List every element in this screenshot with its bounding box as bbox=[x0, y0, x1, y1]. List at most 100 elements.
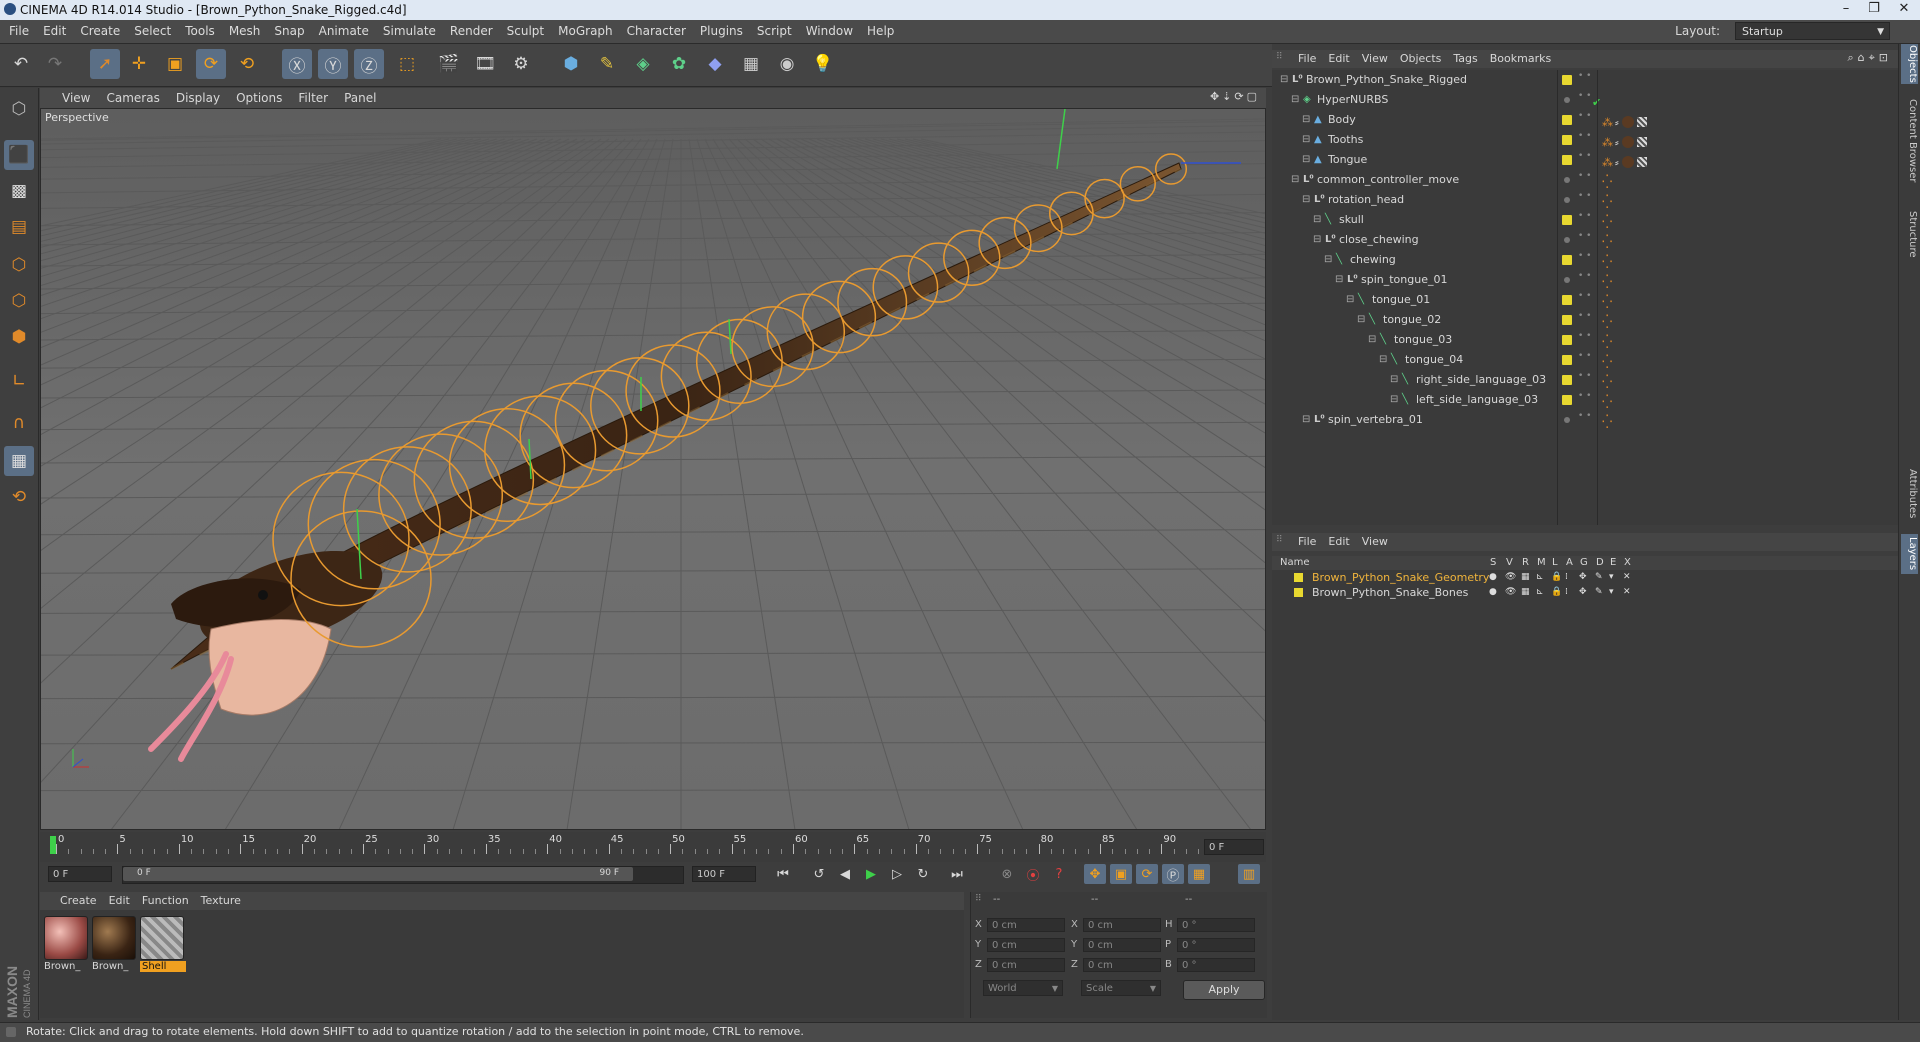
layer-column-header[interactable]: M bbox=[1537, 557, 1546, 568]
lm-menu-edit[interactable]: Edit bbox=[1322, 533, 1355, 551]
recent-tool-icon[interactable]: ⟲ bbox=[232, 49, 262, 79]
redo-icon[interactable]: ↷ bbox=[40, 49, 70, 79]
ik-tag-icon[interactable]: ⁛ bbox=[1602, 375, 1612, 390]
menu-plugins[interactable]: Plugins bbox=[693, 20, 750, 43]
z-axis-icon[interactable]: Ⓩ bbox=[354, 49, 384, 79]
expand-toggle-icon[interactable]: ⊟ bbox=[1313, 210, 1321, 230]
keyframe-selection-icon[interactable]: ? bbox=[1048, 864, 1070, 884]
layer-column-header[interactable]: L bbox=[1552, 557, 1558, 568]
object-row[interactable]: ⊟ L⁰ spin_tongue_01 • • ⁛ bbox=[1272, 270, 1898, 291]
menu-create[interactable]: Create bbox=[73, 20, 127, 43]
layer-color-swatch[interactable] bbox=[1562, 395, 1572, 405]
layer-expressions-icon[interactable]: ▾ bbox=[1609, 570, 1614, 585]
visibility-dots-icon[interactable]: • • bbox=[1578, 252, 1591, 261]
close-icon[interactable]: ✕ bbox=[1888, 0, 1920, 18]
layer-column-header[interactable]: E bbox=[1610, 557, 1616, 568]
object-row[interactable]: ⊟ ╲ chewing • • ⁛ bbox=[1272, 250, 1898, 271]
object-row[interactable]: ⊟ ▲ Tooths • • ⁂ ⸗ bbox=[1272, 130, 1898, 150]
menu-mesh[interactable]: Mesh bbox=[222, 20, 268, 43]
viewport-menu-view[interactable]: View bbox=[54, 88, 98, 108]
ik-tag-icon[interactable]: ⁛ bbox=[1602, 255, 1612, 270]
menu-sculpt[interactable]: Sculpt bbox=[500, 20, 551, 43]
next-key-icon[interactable]: ↻ bbox=[912, 864, 934, 884]
texture-tag-icon[interactable] bbox=[1636, 137, 1647, 147]
layer-generators-icon[interactable]: ✥ bbox=[1579, 585, 1587, 600]
ik-tag-icon[interactable]: ⁛ bbox=[1602, 355, 1612, 370]
ik-tag-icon[interactable]: ⁛ bbox=[1602, 335, 1612, 350]
visibility-dots-icon[interactable]: • • bbox=[1578, 212, 1591, 221]
layer-animation-icon[interactable]: ⁞ bbox=[1565, 570, 1568, 585]
expand-toggle-icon[interactable]: ⊟ bbox=[1302, 190, 1310, 210]
3d-viewport[interactable]: Perspective bbox=[40, 108, 1266, 830]
layer-solo-icon[interactable]: ● bbox=[1489, 570, 1497, 585]
visibility-dots-icon[interactable]: • • bbox=[1578, 92, 1591, 101]
frame-ruler[interactable]: 0 5 10 15 20 25 30 35 40 45 50 55 60 65 70 75 80 85 90 bbox=[50, 834, 1212, 858]
apply-button[interactable]: Apply bbox=[1183, 980, 1265, 1000]
expand-toggle-icon[interactable]: ⊟ bbox=[1313, 230, 1321, 250]
layer-generators-icon[interactable]: ✥ bbox=[1579, 570, 1587, 585]
uvw-tag-icon[interactable]: ⸗ bbox=[1615, 116, 1619, 129]
coord-value-field[interactable]: 0 ° bbox=[1177, 918, 1255, 932]
previous-frame-icon[interactable]: ◀ bbox=[834, 864, 856, 884]
visibility-dots-icon[interactable]: • • bbox=[1578, 232, 1591, 241]
object-tags[interactable]: ⁛ bbox=[1602, 413, 1612, 433]
lm-menu-file[interactable]: File bbox=[1292, 533, 1322, 551]
visibility-dots-icon[interactable]: • • bbox=[1578, 272, 1591, 281]
layer-view-icon[interactable]: 👁 bbox=[1505, 585, 1516, 600]
phong-tag-icon[interactable]: ⁂ bbox=[1602, 156, 1613, 169]
phong-tag-icon[interactable]: ⁂ bbox=[1602, 136, 1613, 149]
texture-tag-icon[interactable] bbox=[1636, 117, 1647, 127]
viewport-menu-cameras[interactable]: Cameras bbox=[98, 88, 167, 108]
rotate-icon[interactable]: ⟳ bbox=[196, 49, 226, 79]
object-row[interactable]: ⊟ ╲ right_side_language_03 • • ⁛ bbox=[1272, 370, 1898, 391]
coordinate-system-icon[interactable]: ⬚ bbox=[392, 49, 422, 79]
record-active-objects-icon[interactable]: ⊗ bbox=[996, 864, 1018, 884]
visibility-dots-icon[interactable]: • • bbox=[1578, 392, 1591, 401]
menu-snap[interactable]: Snap bbox=[267, 20, 311, 43]
layout-select[interactable]: Startup ▼ bbox=[1735, 22, 1890, 40]
right-tab-layers[interactable]: Layers bbox=[1901, 534, 1918, 574]
visibility-dots-icon[interactable]: • • bbox=[1578, 292, 1591, 301]
array-icon[interactable]: ✿ bbox=[664, 49, 694, 79]
menu-edit[interactable]: Edit bbox=[36, 20, 73, 43]
planar-workplane-icon[interactable]: ⟲ bbox=[4, 482, 34, 512]
menu-tools[interactable]: Tools bbox=[178, 20, 222, 43]
texture-tag-icon[interactable] bbox=[1636, 157, 1647, 167]
om-menu-bookmarks[interactable]: Bookmarks bbox=[1484, 50, 1557, 68]
ik-tag-icon[interactable]: ⁛ bbox=[1602, 235, 1612, 250]
live-selection-icon[interactable]: ➚ bbox=[90, 49, 120, 79]
ik-tag-icon[interactable]: ⁛ bbox=[1602, 395, 1612, 410]
material-menu-edit[interactable]: Edit bbox=[103, 892, 136, 910]
layer-column-header[interactable]: R bbox=[1522, 557, 1529, 568]
right-tab-content-browser[interactable]: Content Browser bbox=[1901, 86, 1918, 196]
menu-mograph[interactable]: MoGraph bbox=[551, 20, 620, 43]
coord-value-field[interactable]: 0 cm bbox=[1083, 918, 1161, 932]
minimize-icon[interactable]: – bbox=[1832, 0, 1860, 18]
layer-column-header[interactable]: X bbox=[1624, 557, 1631, 568]
menu-select[interactable]: Select bbox=[127, 20, 178, 43]
layer-color-swatch[interactable] bbox=[1294, 573, 1303, 582]
layer-locked-icon[interactable]: 🔒 bbox=[1551, 585, 1562, 600]
floor-icon[interactable]: ▦ bbox=[736, 49, 766, 79]
material-tag-icon[interactable] bbox=[1621, 156, 1634, 168]
phong-tag-icon[interactable]: ⁂ bbox=[1602, 116, 1613, 129]
right-tab-objects[interactable]: Objects bbox=[1901, 44, 1918, 84]
size-mode-select[interactable]: Scale ▼ bbox=[1081, 980, 1161, 996]
coord-value-field[interactable]: 0 cm bbox=[987, 938, 1065, 952]
om-menu-objects[interactable]: Objects bbox=[1394, 50, 1448, 68]
layer-view-icon[interactable]: 👁 bbox=[1505, 570, 1516, 585]
undo-icon[interactable]: ↶ bbox=[6, 49, 36, 79]
expand-toggle-icon[interactable]: ⊟ bbox=[1324, 250, 1332, 270]
object-row[interactable]: ⊟ L⁰ Brown_Python_Snake_Rigged • • bbox=[1272, 70, 1898, 90]
cube-icon[interactable]: ⬢ bbox=[556, 49, 586, 79]
object-row[interactable]: ⊟ ▲ Tongue • • ⁂ ⸗ bbox=[1272, 150, 1898, 170]
layer-color-swatch[interactable] bbox=[1562, 335, 1572, 345]
right-tab-structure[interactable]: Structure bbox=[1901, 204, 1918, 264]
coord-value-field[interactable]: 0 ° bbox=[1177, 938, 1255, 952]
layer-color-swatch[interactable] bbox=[1562, 135, 1572, 145]
axis-mode-icon[interactable]: ∟ bbox=[4, 366, 34, 396]
expand-toggle-icon[interactable]: ⊟ bbox=[1302, 150, 1310, 170]
layer-color-swatch[interactable] bbox=[1562, 115, 1572, 125]
layer-color-swatch[interactable] bbox=[1294, 588, 1303, 597]
coord-mode-select[interactable]: World ▼ bbox=[983, 980, 1063, 996]
